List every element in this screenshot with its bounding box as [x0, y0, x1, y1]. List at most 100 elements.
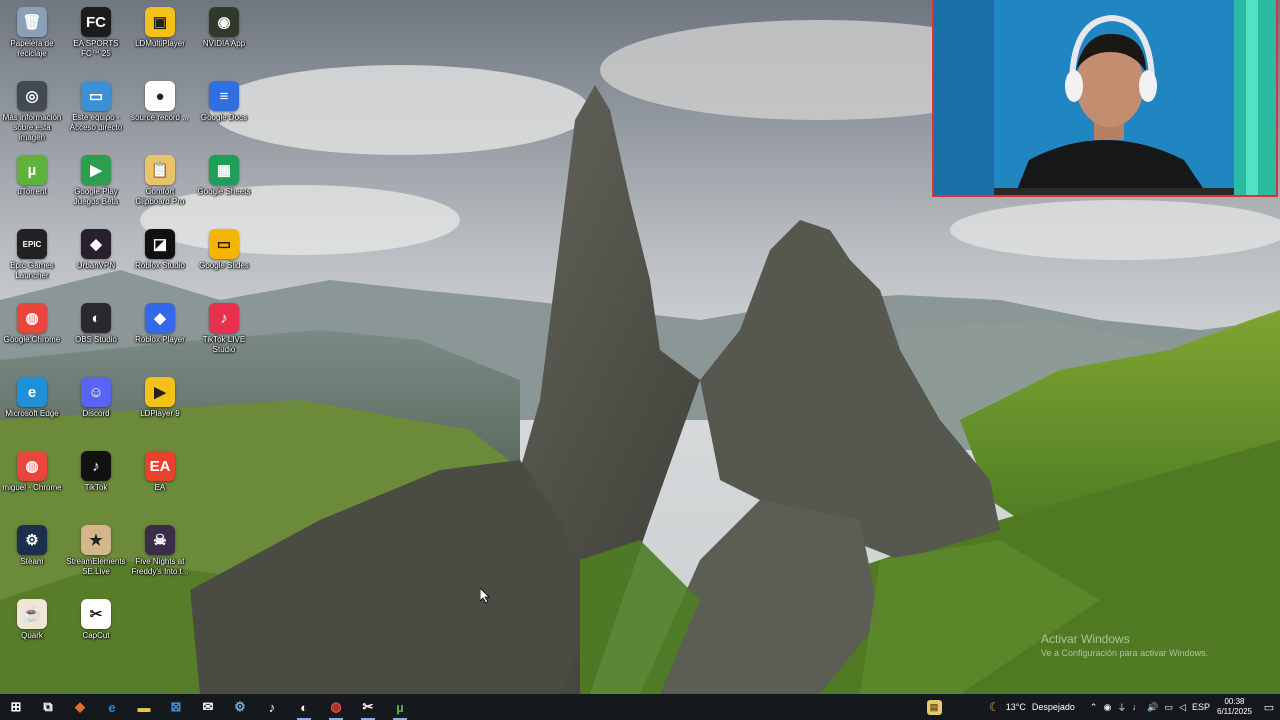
desktop-shortcut[interactable]: FC EA SPORTS FC™ 25	[64, 4, 128, 76]
webcam-overlay	[932, 0, 1278, 197]
utorrent-taskbar-button[interactable]: µ	[384, 694, 416, 720]
desktop-shortcut[interactable]: ◆ Roblox Player	[128, 300, 192, 372]
task-view-button[interactable]: ⧉	[32, 694, 64, 720]
show-hidden-icons-chevron-icon[interactable]: ⌃	[1090, 702, 1098, 713]
desktop-shortcut-label: Comfort Clipboard Pro	[135, 187, 185, 206]
taskbar-pinned-apps: ⊞ ⧉ ◆ e ▬ ⊠ ✉ ⚙ ♪ ◐ ◍ ✂ µ	[0, 694, 416, 720]
language-indicator[interactable]: ESP	[1192, 702, 1210, 712]
urbanvpn-icon: ◆	[81, 229, 111, 259]
desktop-shortcut[interactable]: ◉ NVIDIA App	[192, 4, 256, 76]
desktop-shortcut[interactable]: ◐ OBS Studio	[64, 300, 128, 372]
desktop-shortcut-label: EA SPORTS FC™ 25	[73, 39, 119, 58]
desktop-shortcut[interactable]: ◍ Google Chrome	[0, 300, 64, 372]
chrome-taskbar-button[interactable]: ◍	[320, 694, 352, 720]
fnaf-icon: ☠	[145, 525, 175, 555]
file-explorer-button[interactable]: ▬	[128, 694, 160, 720]
desktop-shortcut-label: Google Chrome	[3, 335, 61, 344]
desktop-shortcut[interactable]: ▶ Google Play Juegos Beta	[64, 152, 128, 224]
clock-date: 6/11/2025	[1217, 707, 1252, 716]
desktop-shortcut[interactable]: µ uTorrent	[0, 152, 64, 224]
activate-windows-watermark: Activar Windows Ve a Configuración para …	[1041, 632, 1208, 658]
nvidia-icon: ◉	[209, 7, 239, 37]
record-tray-icon[interactable]: ◉	[1103, 702, 1111, 713]
desktop-shortcut[interactable]: ◍ miguel - Chrome	[0, 448, 64, 520]
desktop-shortcut-label: Five Nights at Freddy's Into t...	[131, 557, 189, 576]
clipboard-icon: 📋	[145, 155, 175, 185]
desktop-shortcut[interactable]: EPIC Epic Games Launcher	[0, 226, 64, 298]
notification-center-icon[interactable]: ▭	[1258, 694, 1280, 720]
utorrent-icon: µ	[17, 155, 47, 185]
desktop-shortcut[interactable]: ▶ LDPlayer 9	[128, 374, 192, 446]
ea-icon: EA	[145, 451, 175, 481]
desktop-shortcut-label: TikTok	[84, 483, 108, 492]
desktop-shortcut[interactable]: ☺ Discord	[64, 374, 128, 446]
roblox-studio-icon: ◪	[145, 229, 175, 259]
ldplayer-icon: ▶	[145, 377, 175, 407]
quark-icon: ☕	[17, 599, 47, 629]
desktop-shortcut[interactable]: 🗑 Papelera de reciclaje	[0, 4, 64, 76]
mail-button[interactable]: ✉	[192, 694, 224, 720]
desktop-shortcut[interactable]: ◆ UrbanVPN	[64, 226, 128, 298]
desktop-shortcut[interactable]: ✂ CapCut	[64, 596, 128, 668]
record-icon: ●	[145, 81, 175, 111]
chrome-icon: ◍	[17, 303, 47, 333]
desktop-shortcut-label: NVIDIA App	[202, 39, 246, 48]
copilot-button[interactable]: ◆	[64, 694, 96, 720]
desktop-shortcut-label: miguel - Chrome	[2, 483, 62, 492]
desktop-shortcut-label: LDMultiPlayer	[135, 39, 185, 48]
desktop-shortcut[interactable]: EA EA	[128, 448, 192, 520]
desktop-shortcut[interactable]: ≡ Google Docs	[192, 78, 256, 150]
ldmultiplayer-icon: ▣	[145, 7, 175, 37]
tiktok-live-icon: ♪	[209, 303, 239, 333]
desktop-shortcut[interactable]: ♪ TikTok	[64, 448, 128, 520]
desktop-shortcut-label: TikTok LIVE Studio	[202, 335, 246, 354]
clock[interactable]: 00:38 6/11/2025	[1217, 697, 1252, 717]
desktop-shortcut[interactable]: ◪ Roblox Studio	[128, 226, 192, 298]
streamelements-icon: ★	[81, 525, 111, 555]
desktop-shortcut[interactable]: ▭ Google Slides	[192, 226, 256, 298]
desktop-shortcut[interactable]: ● source record ...	[128, 78, 192, 150]
capcut-taskbar-icon: ✂	[362, 699, 374, 714]
speaker-tray-icon[interactable]: ◁	[1179, 702, 1186, 713]
volume-tray-icon[interactable]: 🔊	[1147, 702, 1158, 713]
desktop-shortcut-label: CapCut	[82, 631, 110, 640]
google-play-games-icon: ▶	[81, 155, 111, 185]
desktop-shortcut-label: Microsoft Edge	[5, 409, 59, 418]
weather-temperature[interactable]: 13°C	[1006, 702, 1026, 712]
usb-tray-icon[interactable]: ⏚	[1117, 701, 1126, 714]
desktop-shortcut-label: OBS Studio	[75, 335, 117, 344]
desktop-shortcut[interactable]: ▦ Google Sheets	[192, 152, 256, 224]
desktop-shortcut-label: source record ...	[131, 113, 189, 122]
desktop-shortcut[interactable]: ◎ Más información sobre esta imagen	[0, 78, 64, 150]
desktop-shortcut[interactable]: e Microsoft Edge	[0, 374, 64, 446]
desktop-shortcut[interactable]: ☠ Five Nights at Freddy's Into t...	[128, 522, 192, 594]
capcut-taskbar-button[interactable]: ✂	[352, 694, 384, 720]
desktop-shortcut[interactable]: ▣ LDMultiPlayer	[128, 4, 192, 76]
weather-description[interactable]: Despejado	[1032, 702, 1075, 712]
clock-time: 00:38	[1224, 697, 1245, 706]
desktop-shortcut-label: Steam	[20, 557, 44, 566]
steam-taskbar-button[interactable]: ⚙	[224, 694, 256, 720]
desktop-shortcut[interactable]: 📋 Comfort Clipboard Pro	[128, 152, 192, 224]
sticky-notes-taskbar-icon[interactable]: ▤	[918, 694, 950, 720]
desktop-shortcut[interactable]: ⚙ Steam	[0, 522, 64, 594]
windows-start-button[interactable]: ⊞	[0, 694, 32, 720]
tiktok-taskbar-button[interactable]: ♪	[256, 694, 288, 720]
store-button[interactable]: ⊠	[160, 694, 192, 720]
network-tray-icon[interactable]: ▭	[1165, 702, 1174, 713]
edge-taskbar-button[interactable]: e	[96, 694, 128, 720]
desktop-shortcut-label: StreamElements SE.Live	[66, 557, 126, 576]
ea-fc-icon: FC	[81, 7, 111, 37]
desktop-shortcut[interactable]: ☕ Quark	[0, 596, 64, 668]
watermark-subtitle: Ve a Configuración para activar Windows.	[1041, 648, 1209, 658]
obs-taskbar-button[interactable]: ◐	[288, 694, 320, 720]
microphone-tray-icon[interactable]: ♩	[1132, 702, 1141, 712]
desktop-icon-grid: 🗑 Papelera de reciclaje FC EA SPORTS FC™ 25…	[0, 0, 260, 694]
weather-moon-icon[interactable]: ☾	[989, 700, 1000, 714]
desktop-shortcut[interactable]: ♪ TikTok LIVE Studio	[192, 300, 256, 372]
desktop-shortcut-label: Google Play Juegos Beta	[73, 187, 119, 206]
desktop-shortcut-label: Discord	[82, 409, 110, 418]
desktop-shortcut[interactable]: ★ StreamElements SE.Live	[64, 522, 128, 594]
desktop-shortcut[interactable]: ▭ Este equipo - Acceso directo	[64, 78, 128, 150]
desktop-shortcut-label: Papelera de reciclaje	[10, 39, 54, 58]
